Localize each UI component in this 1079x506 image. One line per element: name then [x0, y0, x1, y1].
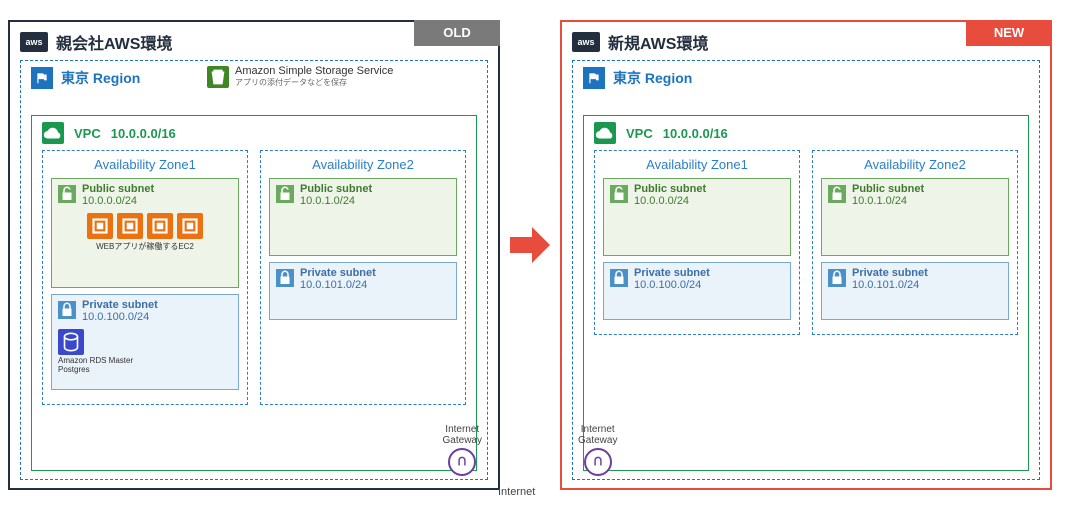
subnet-label: Private subnet — [852, 267, 928, 279]
region-flag-icon — [583, 67, 605, 89]
lock-open-icon — [610, 185, 628, 203]
rds-icon — [58, 329, 84, 355]
lock-open-icon — [58, 185, 76, 203]
vpc-cidr: 10.0.0.0/16 — [663, 126, 728, 141]
region-flag-icon — [31, 67, 53, 89]
igw-label: Internet Gateway — [578, 424, 617, 446]
s3-title: Amazon Simple Storage Service — [235, 65, 393, 77]
az1-title: Availability Zone1 — [603, 157, 791, 172]
public-subnet-2: Public subnet 10.0.1.0/24 — [269, 178, 457, 256]
vpc-box: VPC 10.0.0.0/16 Availability Zone1 Publi… — [583, 115, 1029, 471]
igw-label: Internet Gateway — [443, 424, 482, 446]
az2-title: Availability Zone2 — [269, 157, 457, 172]
subnet-label: Private subnet — [82, 299, 158, 311]
ec2-note: WEBアプリが稼働するEC2 — [58, 241, 232, 252]
vpc-box: VPC 10.0.0.0/16 Availability Zone1 Publi… — [31, 115, 477, 471]
subnet-cidr: 10.0.1.0/24 — [300, 195, 372, 207]
old-environment: OLD 親会社AWS環境 東京 Region Amazon Simple Sto… — [8, 20, 500, 490]
az-row: Availability Zone1 Public subnet 10.0.0.… — [42, 150, 466, 405]
s3-service: Amazon Simple Storage Service アプリの添付データな… — [207, 65, 393, 88]
s3-subtitle: アプリの添付データなどを保存 — [235, 77, 393, 88]
az1-title: Availability Zone1 — [51, 157, 239, 172]
rds-note: Amazon RDS Master Postgres — [58, 357, 133, 375]
private-subnet-1: Private subnet 10.0.100.0/24 — [603, 262, 791, 320]
lock-open-icon — [276, 185, 294, 203]
vpc-cloud-icon — [594, 122, 616, 144]
subnet-label: Private subnet — [634, 267, 710, 279]
new-badge: NEW — [966, 20, 1052, 46]
private-subnet-2: Private subnet 10.0.101.0/24 — [269, 262, 457, 320]
subnet-cidr: 10.0.0.0/24 — [82, 195, 154, 207]
region-header: 東京 Region — [583, 67, 1029, 89]
aws-logo-icon — [572, 32, 600, 52]
private-subnet-1: Private subnet 10.0.100.0/24 Amazon RDS … — [51, 294, 239, 390]
env-title: 親会社AWS環境 — [56, 30, 172, 54]
public-subnet-1: Public subnet 10.0.0.0/24 WEBアプリが稼働するEC2 — [51, 178, 239, 288]
env-title: 新規AWS環境 — [608, 30, 708, 54]
ec2-icon — [117, 213, 143, 239]
subnet-cidr: 10.0.101.0/24 — [852, 279, 928, 291]
region-box: 東京 Region Amazon Simple Storage Service … — [20, 60, 488, 480]
subnet-label: Public subnet — [852, 183, 924, 195]
vpc-label: VPC — [74, 126, 101, 141]
vpc-header: VPC 10.0.0.0/16 — [42, 122, 466, 144]
lock-closed-icon — [58, 301, 76, 319]
old-badge: OLD — [414, 20, 500, 46]
region-box: 東京 Region VPC 10.0.0.0/16 Availability Z… — [572, 60, 1040, 480]
subnet-cidr: 10.0.100.0/24 — [634, 279, 710, 291]
subnet-label: Public subnet — [82, 183, 154, 195]
rds-instance: Amazon RDS Master Postgres — [58, 329, 232, 375]
internet-gateway: Internet Gateway — [578, 424, 617, 476]
s3-bucket-icon — [207, 66, 229, 88]
ec2-icon — [147, 213, 173, 239]
vpc-cloud-icon — [42, 122, 64, 144]
subnet-label: Public subnet — [300, 183, 372, 195]
ec2-icon — [177, 213, 203, 239]
az-row: Availability Zone1 Public subnet 10.0.0.… — [594, 150, 1018, 335]
subnet-label: Private subnet — [300, 267, 376, 279]
aws-logo-icon — [20, 32, 48, 52]
private-subnet-2: Private subnet 10.0.101.0/24 — [821, 262, 1009, 320]
vpc-header: VPC 10.0.0.0/16 — [594, 122, 1018, 144]
internet-label: Internet — [498, 486, 535, 498]
internet-gateway: Internet Gateway — [443, 424, 482, 476]
lock-closed-icon — [276, 269, 294, 287]
region-title: 東京 Region — [613, 68, 692, 88]
subnet-cidr: 10.0.100.0/24 — [82, 311, 158, 323]
ec2-icon — [87, 213, 113, 239]
lock-open-icon — [828, 185, 846, 203]
subnet-label: Public subnet — [634, 183, 706, 195]
az2: Availability Zone2 Public subnet 10.0.1.… — [260, 150, 466, 405]
az2: Availability Zone2 Public subnet 10.0.1.… — [812, 150, 1018, 335]
igw-icon — [584, 448, 612, 476]
public-subnet-1: Public subnet 10.0.0.0/24 — [603, 178, 791, 256]
subnet-cidr: 10.0.1.0/24 — [852, 195, 924, 207]
igw-icon — [448, 448, 476, 476]
ec2-instances — [58, 213, 232, 239]
public-subnet-2: Public subnet 10.0.1.0/24 — [821, 178, 1009, 256]
subnet-cidr: 10.0.101.0/24 — [300, 279, 376, 291]
lock-closed-icon — [610, 269, 628, 287]
lock-closed-icon — [828, 269, 846, 287]
region-title: 東京 Region — [61, 68, 140, 88]
az2-title: Availability Zone2 — [821, 157, 1009, 172]
vpc-label: VPC — [626, 126, 653, 141]
vpc-cidr: 10.0.0.0/16 — [111, 126, 176, 141]
migration-arrow-icon — [508, 223, 552, 267]
new-environment: NEW 新規AWS環境 東京 Region VPC 10.0.0.0/16 Av… — [560, 20, 1052, 490]
az1: Availability Zone1 Public subnet 10.0.0.… — [42, 150, 248, 405]
subnet-cidr: 10.0.0.0/24 — [634, 195, 706, 207]
az1: Availability Zone1 Public subnet 10.0.0.… — [594, 150, 800, 335]
